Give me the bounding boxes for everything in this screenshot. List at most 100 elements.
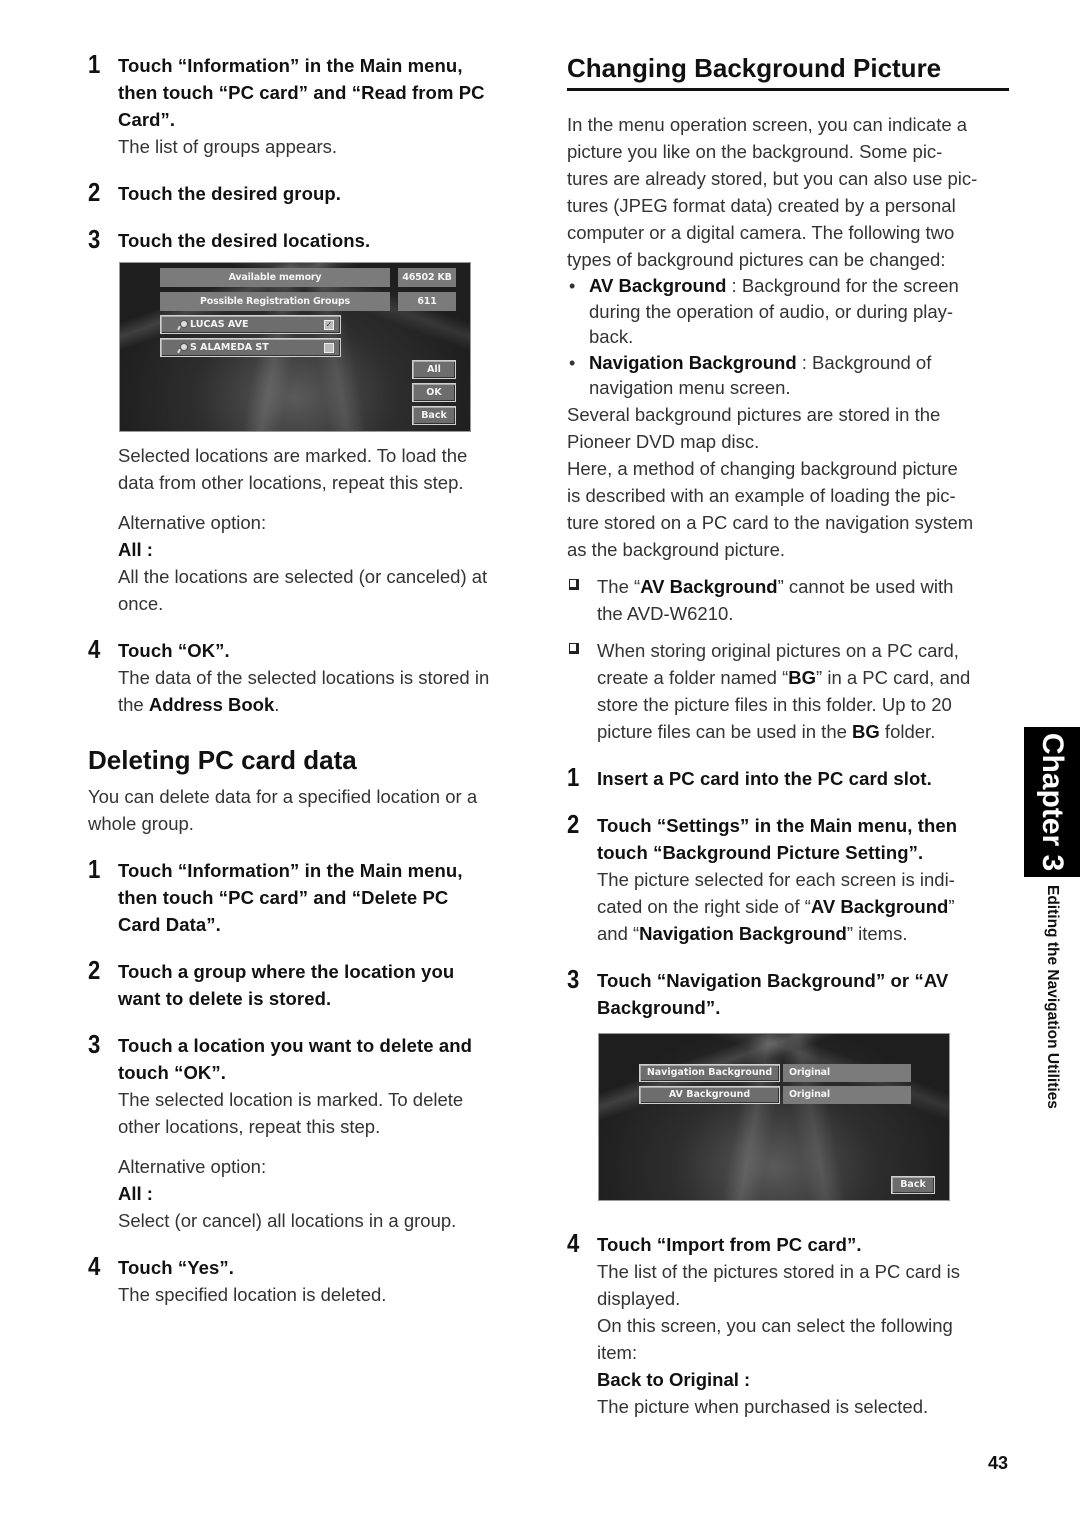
body-line: The data of the selected locations is st… bbox=[118, 667, 490, 688]
av-background-button[interactable]: AV Background bbox=[639, 1085, 780, 1104]
bullet-line: back. bbox=[589, 326, 634, 347]
text: the bbox=[118, 694, 149, 715]
all-button[interactable]: All bbox=[412, 360, 456, 379]
body-line: other locations, repeat this step. bbox=[118, 1116, 381, 1137]
delete-step-3: 3 Touch a location you want to delete an… bbox=[88, 1029, 528, 1234]
text: The “ bbox=[597, 575, 641, 597]
step-title-line: Card”. bbox=[118, 109, 176, 130]
read-step-2: 2 Touch the desired group. bbox=[88, 177, 528, 207]
body-line: The selected location is marked. To dele… bbox=[118, 1089, 464, 1110]
section-side-label: Editing the Navigation Utilities bbox=[1037, 885, 1067, 1160]
step-title-line: Touch “Navigation Background” or “AV bbox=[597, 969, 949, 991]
text: ” cannot be used with bbox=[777, 575, 954, 597]
note-line: the AVD-W6210. bbox=[597, 602, 734, 624]
intro-paragraph: In the menu operation screen, you can in… bbox=[567, 111, 1009, 273]
left-column: 1 Touch “Information” in the Main menu, … bbox=[88, 49, 528, 1308]
step-number: 3 bbox=[88, 224, 101, 254]
step-title: Touch “Information” in the Main menu, th… bbox=[118, 857, 528, 938]
bold-term: Navigation Background bbox=[639, 922, 847, 944]
all-option-label: All : bbox=[118, 539, 153, 560]
delete-step-4: 4 Touch “Yes”. The specified location is… bbox=[88, 1251, 528, 1308]
back-button[interactable]: Back bbox=[891, 1175, 935, 1194]
text: folder. bbox=[879, 720, 936, 742]
note-checkbox-icon bbox=[569, 642, 579, 654]
step-title: Touch “Settings” in the Main menu, then … bbox=[597, 812, 1009, 866]
step-title: Touch “OK”. bbox=[118, 640, 230, 661]
chapter-label: Chapter 3 bbox=[1036, 732, 1069, 872]
body-line: once. bbox=[118, 593, 164, 614]
chapter-tab: Chapter 3 bbox=[1024, 727, 1080, 877]
available-memory-label: Available memory bbox=[160, 268, 390, 287]
step-title-line: Touch “Settings” in the Main menu, then bbox=[597, 814, 958, 836]
body-line: computer or a digital camera. The follow… bbox=[567, 222, 955, 243]
body-line: as the background picture. bbox=[567, 538, 786, 560]
locations-screenshot: Available memory 46502 KB Possible Regis… bbox=[119, 262, 471, 432]
address-book-term: Address Book bbox=[148, 694, 275, 715]
bold-term: BG bbox=[852, 720, 880, 742]
bullet-line: AV Background : Background for the scree… bbox=[589, 273, 1009, 299]
after-screen-notes: Selected locations are marked. To load t… bbox=[88, 442, 528, 617]
step-number: 2 bbox=[88, 955, 101, 985]
bold-term: AV Background bbox=[589, 275, 727, 296]
change-step-4: 4 Touch “Import from PC card”. The list … bbox=[567, 1227, 1009, 1420]
delete-step-1: 1 Touch “Information” in the Main menu, … bbox=[88, 854, 528, 938]
text: ” bbox=[948, 895, 955, 917]
body-line: All the locations are selected (or cance… bbox=[118, 566, 488, 587]
delete-step-2: 2 Touch a group where the location you w… bbox=[88, 955, 528, 1012]
navigation-background-value: Original bbox=[783, 1063, 911, 1082]
back-button[interactable]: Back bbox=[412, 406, 456, 425]
text: : Background of bbox=[796, 351, 932, 373]
change-step-2: 2 Touch “Settings” in the Main menu, the… bbox=[567, 808, 1009, 947]
heading-rule bbox=[567, 88, 1009, 91]
body-line: is described with an example of loading … bbox=[567, 484, 956, 506]
checkbox-checked-icon[interactable]: ✓ bbox=[324, 320, 334, 330]
step-title-line: Card Data”. bbox=[118, 914, 221, 935]
page-number: 43 bbox=[987, 1453, 1008, 1473]
step-title-line: Background”. bbox=[597, 996, 721, 1018]
registration-groups-label: Possible Registration Groups bbox=[160, 292, 390, 311]
step-title: Insert a PC card into the PC card slot. bbox=[597, 767, 932, 789]
note-line: store the picture files in this folder. … bbox=[597, 693, 952, 715]
body-line: whole group. bbox=[88, 813, 194, 834]
checkbox-unchecked-icon[interactable] bbox=[324, 343, 334, 353]
body-line: cated on the right side of “AV Backgroun… bbox=[597, 893, 1009, 920]
read-step-1: 1 Touch “Information” in the Main menu, … bbox=[88, 49, 528, 160]
note-av-background: The “AV Background” cannot be used with … bbox=[567, 573, 1009, 627]
background-setting-screenshot: Navigation Background Original AV Backgr… bbox=[598, 1032, 950, 1201]
body-line: item: bbox=[597, 1341, 638, 1363]
ok-button[interactable]: OK bbox=[412, 383, 456, 402]
bullet-av-background: AV Background : Background for the scree… bbox=[567, 273, 1009, 350]
step-number: 1 bbox=[88, 49, 101, 79]
right-column: Changing Background Picture In the menu … bbox=[567, 52, 1009, 1420]
body-line: On this screen, you can select the follo… bbox=[597, 1314, 953, 1336]
navigation-background-button[interactable]: Navigation Background bbox=[639, 1063, 780, 1082]
body-line: displayed. bbox=[597, 1287, 681, 1309]
step-title-line: touch “Background Picture Setting”. bbox=[597, 841, 924, 863]
bold-term: Navigation Background bbox=[589, 351, 797, 373]
text: . bbox=[274, 694, 280, 715]
text: picture files can be used in the bbox=[597, 720, 853, 742]
read-step-4: 4 Touch “OK”. The data of the selected l… bbox=[88, 634, 528, 718]
step-number: 4 bbox=[567, 1227, 580, 1258]
bold-term: BG bbox=[788, 666, 817, 688]
location-name: LUCAS AVE bbox=[190, 319, 249, 330]
body-line: Selected locations are marked. To load t… bbox=[118, 445, 468, 466]
location-item-s-alameda-st[interactable]: S ALAMEDA ST bbox=[160, 338, 341, 357]
note-line: picture files can be used in the BG fold… bbox=[597, 718, 1009, 745]
body-line: and “Navigation Background” items. bbox=[597, 920, 1009, 947]
step-title-line: then touch “PC card” and “Read from PC bbox=[118, 82, 485, 103]
registration-groups-value: 611 bbox=[398, 292, 456, 311]
text: ” in a PC card, and bbox=[816, 666, 971, 688]
body-line: data from other locations, repeat this s… bbox=[118, 472, 464, 493]
step-title: Touch “Yes”. bbox=[118, 1257, 234, 1278]
bullet-line: navigation menu screen. bbox=[589, 377, 791, 398]
body-line: picture you like on the background. Some… bbox=[567, 141, 943, 162]
body-line: Several background pictures are stored i… bbox=[567, 403, 941, 425]
location-item-lucas-ave[interactable]: LUCAS AVE ✓ bbox=[160, 315, 341, 334]
body-line: In the menu operation screen, you can in… bbox=[567, 114, 968, 135]
alternative-option-label: Alternative option: bbox=[118, 1156, 267, 1177]
step-title: Touch the desired locations. bbox=[118, 230, 371, 251]
step-title: Touch “Information” in the Main menu, th… bbox=[118, 52, 528, 133]
step-number: 2 bbox=[567, 808, 580, 839]
note-line: create a folder named “BG” in a PC card,… bbox=[597, 664, 1009, 691]
